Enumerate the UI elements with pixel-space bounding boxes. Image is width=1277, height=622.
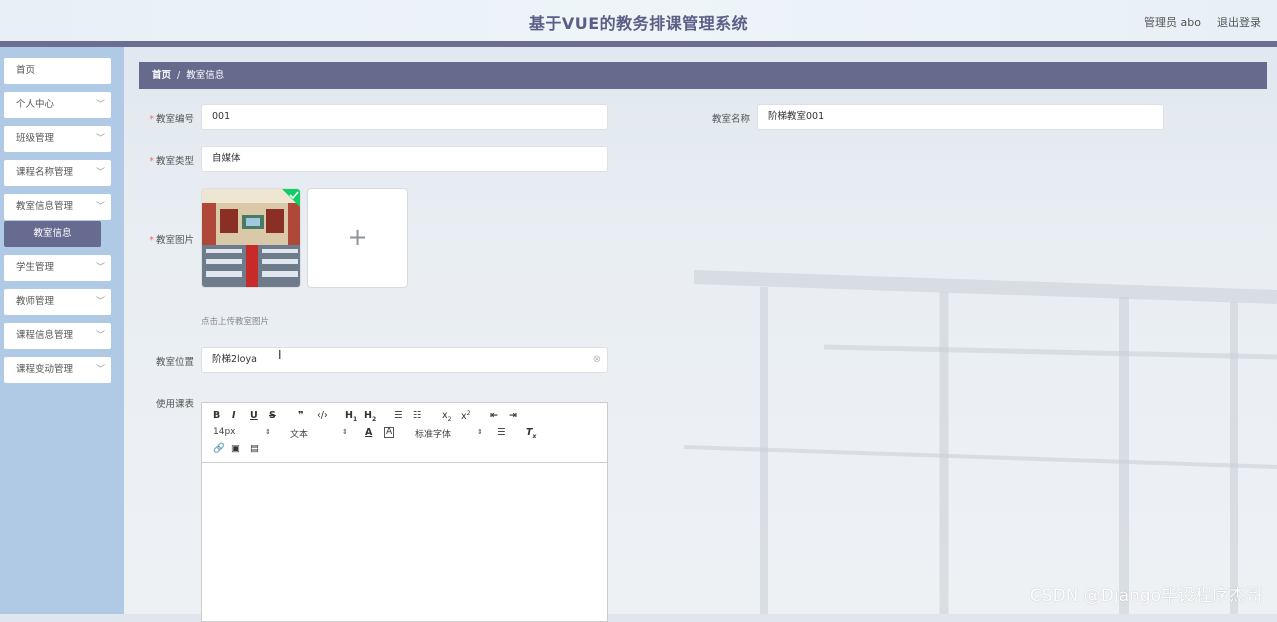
superscript-icon[interactable]: x2 [461,410,470,422]
editor-toolbar: B I U S ❞ ‹/› H1 H2 ☰ ☷ x2 x2 ⇤ ⇥ 14px ⇕… [202,403,607,463]
bold-icon[interactable]: B [213,410,220,421]
video-icon[interactable]: ▤ [250,443,259,454]
editor-content-area[interactable] [202,463,607,618]
breadcrumb-current: 教室信息 [186,70,225,81]
sidebar-item-label: 课程信息管理 [16,330,74,341]
sidebar-item-course-change-management[interactable]: 课程变动管理 ﹀ [4,357,111,383]
sidebar-item-home[interactable]: 首页 [4,58,111,84]
sidebar-item-classroom-info-management[interactable]: 教室信息管理 ﹀ [4,194,111,220]
classroom-photo [202,189,300,287]
clear-input-icon[interactable]: ⊗ [593,348,601,372]
text-style-select[interactable]: 文本 ⇕ [290,427,348,440]
header-1-icon[interactable]: H1 [345,410,357,423]
uploaded-classroom-image[interactable] [201,188,301,288]
breadcrumb-home[interactable]: 首页 [152,70,171,81]
bullet-list-icon[interactable]: ☷ [413,410,422,421]
sidebar-item-label: 学生管理 [16,262,55,273]
code-block-icon[interactable]: ‹/› [317,410,328,421]
chevron-down-icon: ﹀ [95,297,105,307]
sidebar-item-label: 课程变动管理 [16,364,74,375]
room-image-label-text: 教室图片 [155,235,194,246]
room-name-input[interactable]: 阶梯教室001 [757,104,1164,130]
room-no-input[interactable]: 001 [201,104,608,130]
main-content: 首页 / 教室信息 * 教室编号 001 教室名称 阶梯教室001 * 教室类型 自媒体… [124,47,1277,622]
chevron-down-icon: ﹀ [95,263,105,273]
sidebar-item-teacher-management[interactable]: 教师管理 ﹀ [4,289,111,315]
current-user: 管理员 abo [1144,16,1201,29]
watermark: CSDN @Django毕设程序杰哥 [1029,586,1263,606]
schedule-label: 使用课表 [134,396,194,410]
sidebar-item-label: 课程名称管理 [16,167,74,178]
sidebar-item-course-info-management[interactable]: 课程信息管理 ﹀ [4,323,111,349]
required-mark: * [149,156,154,167]
sidebar-item-label: 班级管理 [16,133,55,144]
room-location-input[interactable]: 阶梯2loya ⊗ [201,347,608,373]
italic-icon[interactable]: I [232,410,236,421]
room-name-label-text: 教室名称 [711,114,750,125]
clear-format-icon[interactable]: Tx [526,427,536,440]
select-arrows-icon: ⇕ [477,428,483,436]
font-family-select[interactable]: 标准字体 ⇕ [415,427,483,440]
plus-icon: + [347,223,368,251]
font-color-icon[interactable]: A [365,427,372,438]
chevron-down-icon: ﹀ [95,365,105,375]
room-type-label-text: 教室类型 [155,156,194,167]
font-size-select[interactable]: 14px ⇕ [213,427,271,437]
top-header: 基于VUE的教务排课管理系统 管理员 abo 退出登录 [0,0,1277,47]
underline-icon[interactable]: U [250,410,258,421]
sidebar-item-class-management[interactable]: 班级管理 ﹀ [4,126,111,152]
room-image-label: * 教室图片 [134,232,194,246]
select-arrows-icon: ⇕ [342,428,348,436]
font-family-value: 标准字体 [415,430,452,440]
sidebar-item-course-name-management[interactable]: 课程名称管理 ﹀ [4,160,111,186]
header-2-icon[interactable]: H2 [364,410,376,423]
upload-image-button[interactable]: + [307,188,408,288]
outdent-icon[interactable]: ⇤ [490,410,498,421]
indent-icon[interactable]: ⇥ [509,410,517,421]
sidebar-subitem-classroom-info[interactable]: 教室信息 [4,221,101,247]
room-location-label-text: 教室位置 [155,357,194,368]
sidebar-item-label: 教室信息管理 [16,201,74,212]
sidebar-item-label: 个人中心 [16,99,55,110]
subscript-icon[interactable]: x2 [442,410,451,423]
chevron-down-icon: ﹀ [95,134,105,144]
sidebar-item-personal-center[interactable]: 个人中心 ﹀ [4,92,111,118]
background-color-icon[interactable]: A [384,427,395,438]
required-mark: * [149,235,154,246]
breadcrumb: 首页 / 教室信息 [139,62,1267,89]
select-arrows-icon: ⇕ [265,428,271,436]
schedule-label-text: 使用课表 [155,399,194,410]
room-location-value: 阶梯2loya [212,354,257,365]
text-style-value: 文本 [290,430,309,440]
chevron-down-icon: ﹀ [95,202,105,212]
link-icon[interactable]: 🔗 [213,443,225,454]
blockquote-icon[interactable]: ❞ [298,410,304,421]
room-type-input[interactable]: 自媒体 [201,146,608,172]
ordered-list-icon[interactable]: ☰ [394,410,403,421]
strikethrough-icon[interactable]: S [269,410,276,421]
text-cursor-icon: Ⅰ [278,348,282,362]
room-type-label: * 教室类型 [134,153,194,167]
breadcrumb-separator: / [177,70,181,81]
font-size-value: 14px [213,427,236,437]
logout-link[interactable]: 退出登录 [1217,14,1261,30]
chevron-down-icon: ﹀ [95,168,105,178]
align-icon[interactable]: ☰ [497,427,506,438]
required-mark: * [149,114,154,125]
image-icon[interactable]: ▣ [231,443,240,454]
room-name-label: 教室名称 [690,111,750,125]
sidebar-item-student-management[interactable]: 学生管理 ﹀ [4,255,111,281]
room-location-label: 教室位置 [134,354,194,368]
chevron-down-icon: ﹀ [95,100,105,110]
sidebar: 首页 个人中心 ﹀ 班级管理 ﹀ 课程名称管理 ﹀ 教室信息管理 ﹀ 教室信息 … [0,47,124,614]
chevron-down-icon: ﹀ [95,331,105,341]
app-title: 基于VUE的教务排课管理系统 [528,14,749,33]
sidebar-item-label: 教师管理 [16,296,55,307]
room-no-label: * 教室编号 [134,111,194,125]
upload-hint: 点击上传教室图片 [201,317,270,327]
sidebar-item-label: 首页 [16,65,36,76]
schedule-rich-text-editor[interactable]: B I U S ❞ ‹/› H1 H2 ☰ ☷ x2 x2 ⇤ ⇥ 14px ⇕… [201,402,608,622]
room-no-label-text: 教室编号 [155,114,194,125]
